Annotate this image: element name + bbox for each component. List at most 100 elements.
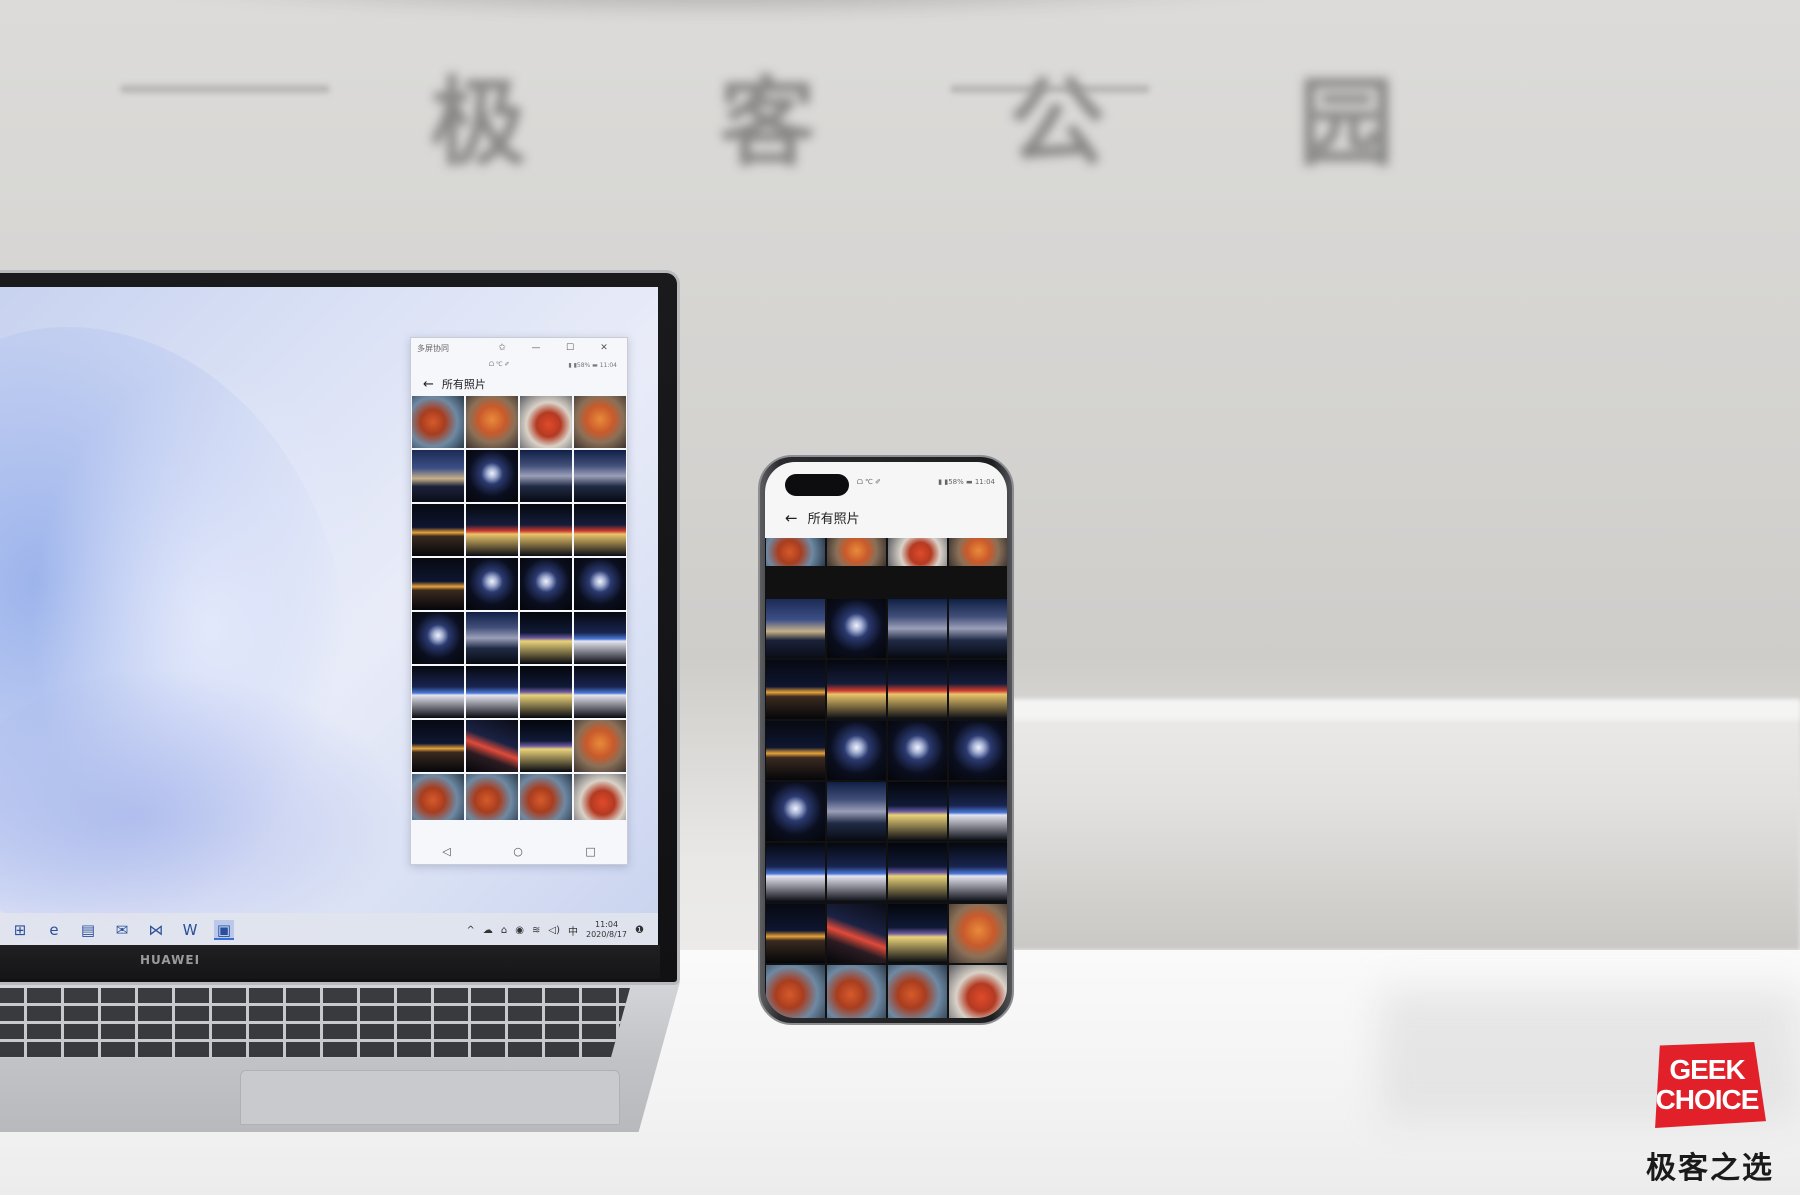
photo-thumbnail[interactable]: [949, 721, 1007, 780]
photo-thumbnail[interactable]: [466, 666, 518, 718]
photo-thumbnail[interactable]: [574, 504, 626, 556]
photo-thumbnail[interactable]: [520, 504, 572, 556]
photo-thumbnail[interactable]: [574, 396, 626, 448]
photo-thumbnail[interactable]: [949, 965, 1007, 1018]
photo-thumbnail[interactable]: [827, 904, 886, 963]
photo-thumbnail[interactable]: [520, 558, 572, 610]
photo-thumbnail[interactable]: [766, 721, 825, 780]
clock-time: 11:04: [594, 920, 619, 929]
file-explorer-icon[interactable]: ▤: [78, 920, 98, 940]
window-titlebar[interactable]: 多屏协同 ✩ — ☐ ✕: [411, 338, 627, 358]
record-icon[interactable]: ◉: [515, 925, 524, 936]
media-icon[interactable]: ⋈: [146, 920, 166, 940]
recents-nav-icon[interactable]: □: [585, 845, 595, 858]
photo-thumbnail[interactable]: [766, 965, 825, 1018]
photo-thumbnail[interactable]: [574, 450, 626, 502]
back-arrow-icon[interactable]: ←: [785, 509, 798, 527]
photo-thumbnail[interactable]: [949, 843, 1007, 902]
photo-thumbnail[interactable]: [412, 558, 464, 610]
photo-thumbnail[interactable]: [827, 599, 886, 658]
word-icon[interactable]: W: [180, 920, 200, 940]
back-nav-icon[interactable]: ◁: [442, 845, 450, 858]
photo-thumbnail[interactable]: [949, 538, 1007, 566]
photo-thumbnail[interactable]: [466, 720, 518, 772]
photo-thumbnail[interactable]: [574, 774, 626, 820]
photo-thumbnail[interactable]: [520, 450, 572, 502]
photo-thumbnail[interactable]: [949, 904, 1007, 963]
window-title: 多屏协同: [417, 343, 449, 353]
photo-thumbnail[interactable]: [888, 965, 947, 1018]
photo-thumbnail[interactable]: [949, 660, 1007, 719]
photo-thumbnail[interactable]: [827, 660, 886, 719]
photo-thumbnail[interactable]: [466, 612, 518, 664]
photo-thumbnail[interactable]: [766, 599, 825, 658]
photo-thumbnail[interactable]: [520, 774, 572, 820]
multi-screen-icon[interactable]: ▣: [214, 920, 234, 940]
photo-thumbnail[interactable]: [827, 843, 886, 902]
photo-thumbnail[interactable]: [520, 666, 572, 718]
photo-thumbnail[interactable]: [466, 558, 518, 610]
photo-thumbnail[interactable]: [827, 965, 886, 1018]
multi-screen-window[interactable]: 多屏协同 ✩ — ☐ ✕ ᗝ ℃ ✐ ▮ ▮58% ▬ 11:04 ← 所有照片: [410, 337, 628, 865]
wifi-icon[interactable]: ≋: [532, 925, 540, 936]
edge-icon[interactable]: e: [44, 920, 64, 940]
photo-thumbnail[interactable]: [412, 504, 464, 556]
photo-thumbnail[interactable]: [827, 782, 886, 841]
pin-icon[interactable]: ✩: [485, 343, 519, 353]
tray-app-icon[interactable]: ⌂: [501, 925, 507, 936]
photo-thumbnail[interactable]: [766, 660, 825, 719]
photo-thumbnail[interactable]: [888, 660, 947, 719]
mail-icon[interactable]: ✉: [112, 920, 132, 940]
photo-thumbnail[interactable]: [574, 612, 626, 664]
taskbar-clock[interactable]: 11:04 2020/8/17: [586, 920, 627, 940]
home-nav-icon[interactable]: ○: [513, 845, 523, 858]
notification-badge[interactable]: ❶: [635, 925, 644, 936]
sign-text: 极 客 公 园: [430, 66, 1475, 179]
photo-thumbnail[interactable]: [888, 904, 947, 963]
photo-thumbnail[interactable]: [574, 558, 626, 610]
photo-thumbnail[interactable]: [520, 720, 572, 772]
sign-divider-left: [120, 85, 330, 93]
photo-thumbnail[interactable]: [888, 538, 947, 566]
photo-thumbnail[interactable]: [574, 666, 626, 718]
volume-icon[interactable]: ◁): [548, 925, 560, 936]
close-button[interactable]: ✕: [587, 343, 621, 353]
photo-thumbnail[interactable]: [949, 599, 1007, 658]
photo-thumbnail[interactable]: [412, 612, 464, 664]
phone-top-bar: ᗝ ℃ ✐ ▮ ▮58% ▬ 11:04 ← 所有照片: [765, 462, 1007, 538]
photo-thumbnail[interactable]: [466, 450, 518, 502]
photo-thumbnail[interactable]: [766, 538, 825, 566]
photo-thumbnail[interactable]: [466, 504, 518, 556]
photo-thumbnail[interactable]: [574, 720, 626, 772]
show-hidden-icons-icon[interactable]: ^: [467, 925, 475, 936]
photo-thumbnail[interactable]: [766, 904, 825, 963]
photo-thumbnail[interactable]: [412, 450, 464, 502]
photo-thumbnail[interactable]: [888, 782, 947, 841]
photo-thumbnail[interactable]: [466, 774, 518, 820]
photo-thumbnail[interactable]: [412, 396, 464, 448]
maximize-button[interactable]: ☐: [553, 343, 587, 353]
photo-thumbnail[interactable]: [412, 774, 464, 820]
photo-thumbnail[interactable]: [888, 721, 947, 780]
photo-thumbnail[interactable]: [520, 396, 572, 448]
mirror-status-bar: ᗝ ℃ ✐ ▮ ▮58% ▬ 11:04: [411, 358, 627, 372]
photo-thumbnail[interactable]: [412, 666, 464, 718]
cloud-icon[interactable]: ☁: [483, 925, 493, 936]
back-arrow-icon[interactable]: ←: [423, 377, 434, 392]
phone-status-bar: ᗝ ℃ ✐ ▮ ▮58% ▬ 11:04: [857, 478, 995, 487]
photo-thumbnail[interactable]: [466, 396, 518, 448]
photo-thumbnail[interactable]: [888, 843, 947, 902]
photo-thumbnail[interactable]: [766, 782, 825, 841]
task-view-icon[interactable]: ⊞: [10, 920, 30, 940]
photo-thumbnail[interactable]: [766, 843, 825, 902]
photo-thumbnail[interactable]: [412, 720, 464, 772]
minimize-button[interactable]: —: [519, 343, 553, 353]
photo-thumbnail[interactable]: [949, 782, 1007, 841]
logo-line-2: CHOICE: [1655, 1084, 1760, 1115]
punch-hole-camera: [785, 474, 849, 496]
photo-thumbnail[interactable]: [827, 538, 886, 566]
photo-thumbnail[interactable]: [888, 599, 947, 658]
photo-thumbnail[interactable]: [827, 721, 886, 780]
input-method-indicator[interactable]: 中: [568, 923, 578, 938]
photo-thumbnail[interactable]: [520, 612, 572, 664]
